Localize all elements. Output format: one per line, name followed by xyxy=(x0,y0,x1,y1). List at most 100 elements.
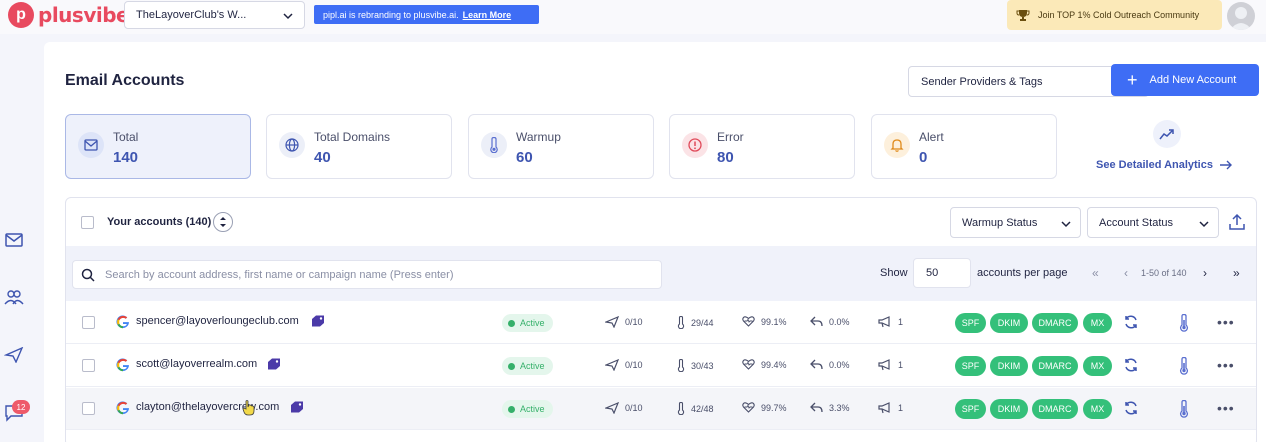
google-icon xyxy=(116,401,130,415)
health-metric: 99.7% xyxy=(742,402,787,413)
page-range: 1-50 of 140 xyxy=(1141,268,1187,278)
show-label: Show xyxy=(880,267,908,279)
globe-icon xyxy=(279,132,305,158)
avatar[interactable] xyxy=(1227,2,1255,30)
add-new-account-button[interactable]: + Add New Account xyxy=(1111,64,1259,96)
sent-metric: 0/10 xyxy=(605,316,643,328)
tag-icon[interactable] xyxy=(311,315,325,327)
warmup-status-value: Warmup Status xyxy=(962,216,1038,229)
more-options-icon[interactable]: ••• xyxy=(1217,314,1235,330)
last-page-icon[interactable]: » xyxy=(1233,266,1240,280)
bell-icon xyxy=(884,132,910,158)
row-checkbox[interactable] xyxy=(82,402,95,415)
account-status-select[interactable]: Account Status xyxy=(1087,207,1219,238)
mail-icon[interactable] xyxy=(4,232,24,248)
brand-logo[interactable]: p plusvibe xyxy=(8,2,130,28)
health-value: 99.7% xyxy=(761,402,787,413)
table-row[interactable]: scott@layoverrealm.com Active 0/10 30/43… xyxy=(66,345,1256,387)
hand-cursor-icon xyxy=(242,400,256,416)
thermometer-icon xyxy=(677,316,685,329)
table-row[interactable]: spencer@layoverloungeclub.com Active 0/1… xyxy=(66,302,1256,344)
dmarc-badge: DMARC xyxy=(1032,399,1078,419)
users-icon[interactable] xyxy=(4,289,24,305)
chevron-down-icon xyxy=(1061,221,1071,228)
warmup-value: 42/48 xyxy=(691,403,714,414)
rebrand-banner: pipl.ai is rebranding to plusvibe.ai. Le… xyxy=(314,5,539,24)
upload-icon xyxy=(1229,213,1245,230)
health-metric: 99.1% xyxy=(742,316,787,327)
row-checkbox[interactable] xyxy=(82,316,95,329)
spf-badge: SPF xyxy=(955,313,986,333)
megaphone-icon xyxy=(878,316,890,328)
left-rail xyxy=(0,46,28,442)
prev-page-icon[interactable]: ‹ xyxy=(1124,266,1128,280)
stat-card-error[interactable]: Error 80 xyxy=(669,114,855,179)
chevron-down-icon xyxy=(1199,221,1209,228)
refresh-icon[interactable] xyxy=(1123,357,1139,373)
warmup-thermometer-icon[interactable] xyxy=(1179,357,1189,375)
stat-card-total[interactable]: Total 140 xyxy=(65,114,251,179)
google-icon xyxy=(116,315,130,329)
export-button[interactable] xyxy=(1228,213,1246,231)
more-options-icon[interactable]: ••• xyxy=(1217,400,1235,416)
account-email[interactable]: clayton@thelayovercrew.com xyxy=(136,401,279,413)
learn-more-link[interactable]: Learn More xyxy=(463,10,512,20)
analytics-trend-icon xyxy=(1153,120,1181,148)
stat-card-total-domains[interactable]: Total Domains 40 xyxy=(266,114,452,179)
warmup-value: 30/43 xyxy=(691,360,714,371)
warmup-thermometer-icon[interactable] xyxy=(1179,314,1189,332)
health-value: 99.4% xyxy=(761,359,787,370)
status-badge: Active xyxy=(502,357,553,375)
megaphone-icon xyxy=(878,359,890,371)
stat-card-warmup[interactable]: Warmup 60 xyxy=(468,114,654,179)
analytics-link-label: See Detailed Analytics xyxy=(1096,159,1213,171)
page-title: Email Accounts xyxy=(65,72,185,89)
health-value: 99.1% xyxy=(761,316,787,327)
more-options-icon[interactable]: ••• xyxy=(1217,357,1235,373)
refresh-icon[interactable] xyxy=(1123,400,1139,416)
warmup-metric: 42/48 xyxy=(677,402,714,415)
community-button[interactable]: Join TOP 1% Cold Outreach Community xyxy=(1007,0,1222,30)
warmup-status-select[interactable]: Warmup Status xyxy=(950,207,1081,238)
dkim-badge: DKIM xyxy=(990,356,1028,376)
status-label: Active xyxy=(520,404,545,414)
tag-icon[interactable] xyxy=(267,358,281,370)
reply-icon xyxy=(810,316,823,327)
warmup-thermometer-icon[interactable] xyxy=(1179,400,1189,418)
send-icon[interactable] xyxy=(4,347,24,363)
account-email[interactable]: scott@layoverrealm.com xyxy=(136,358,257,370)
stat-card-alert[interactable]: Alert 0 xyxy=(871,114,1057,179)
mx-badge: MX xyxy=(1083,399,1112,419)
per-page-input[interactable]: 50 xyxy=(913,258,971,288)
chat-notification-badge: 12 xyxy=(12,400,30,414)
heart-pulse-icon xyxy=(742,316,755,327)
banner-text: pipl.ai is rebranding to plusvibe.ai. xyxy=(323,9,459,20)
reply-metric: 3.3% xyxy=(810,402,850,413)
brand-name: plusvibe xyxy=(38,3,130,27)
search-input[interactable] xyxy=(105,268,645,281)
account-email[interactable]: spencer@layoverloungeclub.com xyxy=(136,315,299,327)
reply-value: 0.0% xyxy=(829,316,850,327)
tag-icon[interactable] xyxy=(290,401,304,413)
plus-icon: + xyxy=(1127,70,1138,90)
campaigns-metric: 1 xyxy=(878,316,903,328)
see-detailed-analytics-link[interactable]: See Detailed Analytics xyxy=(1096,159,1233,171)
next-page-icon[interactable]: › xyxy=(1203,266,1207,280)
table-row[interactable]: clayton@thelayovercrew.com Active 0/10 4… xyxy=(66,388,1256,430)
sent-value: 0/10 xyxy=(625,403,643,413)
select-all-checkbox[interactable] xyxy=(81,216,94,229)
community-label: Join TOP 1% Cold Outreach Community xyxy=(1038,10,1200,20)
sort-icon xyxy=(220,217,226,227)
dkim-badge: DKIM xyxy=(990,399,1028,419)
workspace-select[interactable]: TheLayoverClub's W... xyxy=(124,1,305,29)
sent-metric: 0/10 xyxy=(605,359,643,371)
google-icon xyxy=(116,358,130,372)
stat-value: 60 xyxy=(516,149,533,166)
row-checkbox[interactable] xyxy=(82,359,95,372)
sort-button[interactable] xyxy=(213,212,233,232)
first-page-icon[interactable]: « xyxy=(1092,266,1099,280)
dmarc-badge: DMARC xyxy=(1032,313,1078,333)
sent-value: 0/10 xyxy=(625,360,643,370)
mx-badge: MX xyxy=(1083,356,1112,376)
refresh-icon[interactable] xyxy=(1123,314,1139,330)
